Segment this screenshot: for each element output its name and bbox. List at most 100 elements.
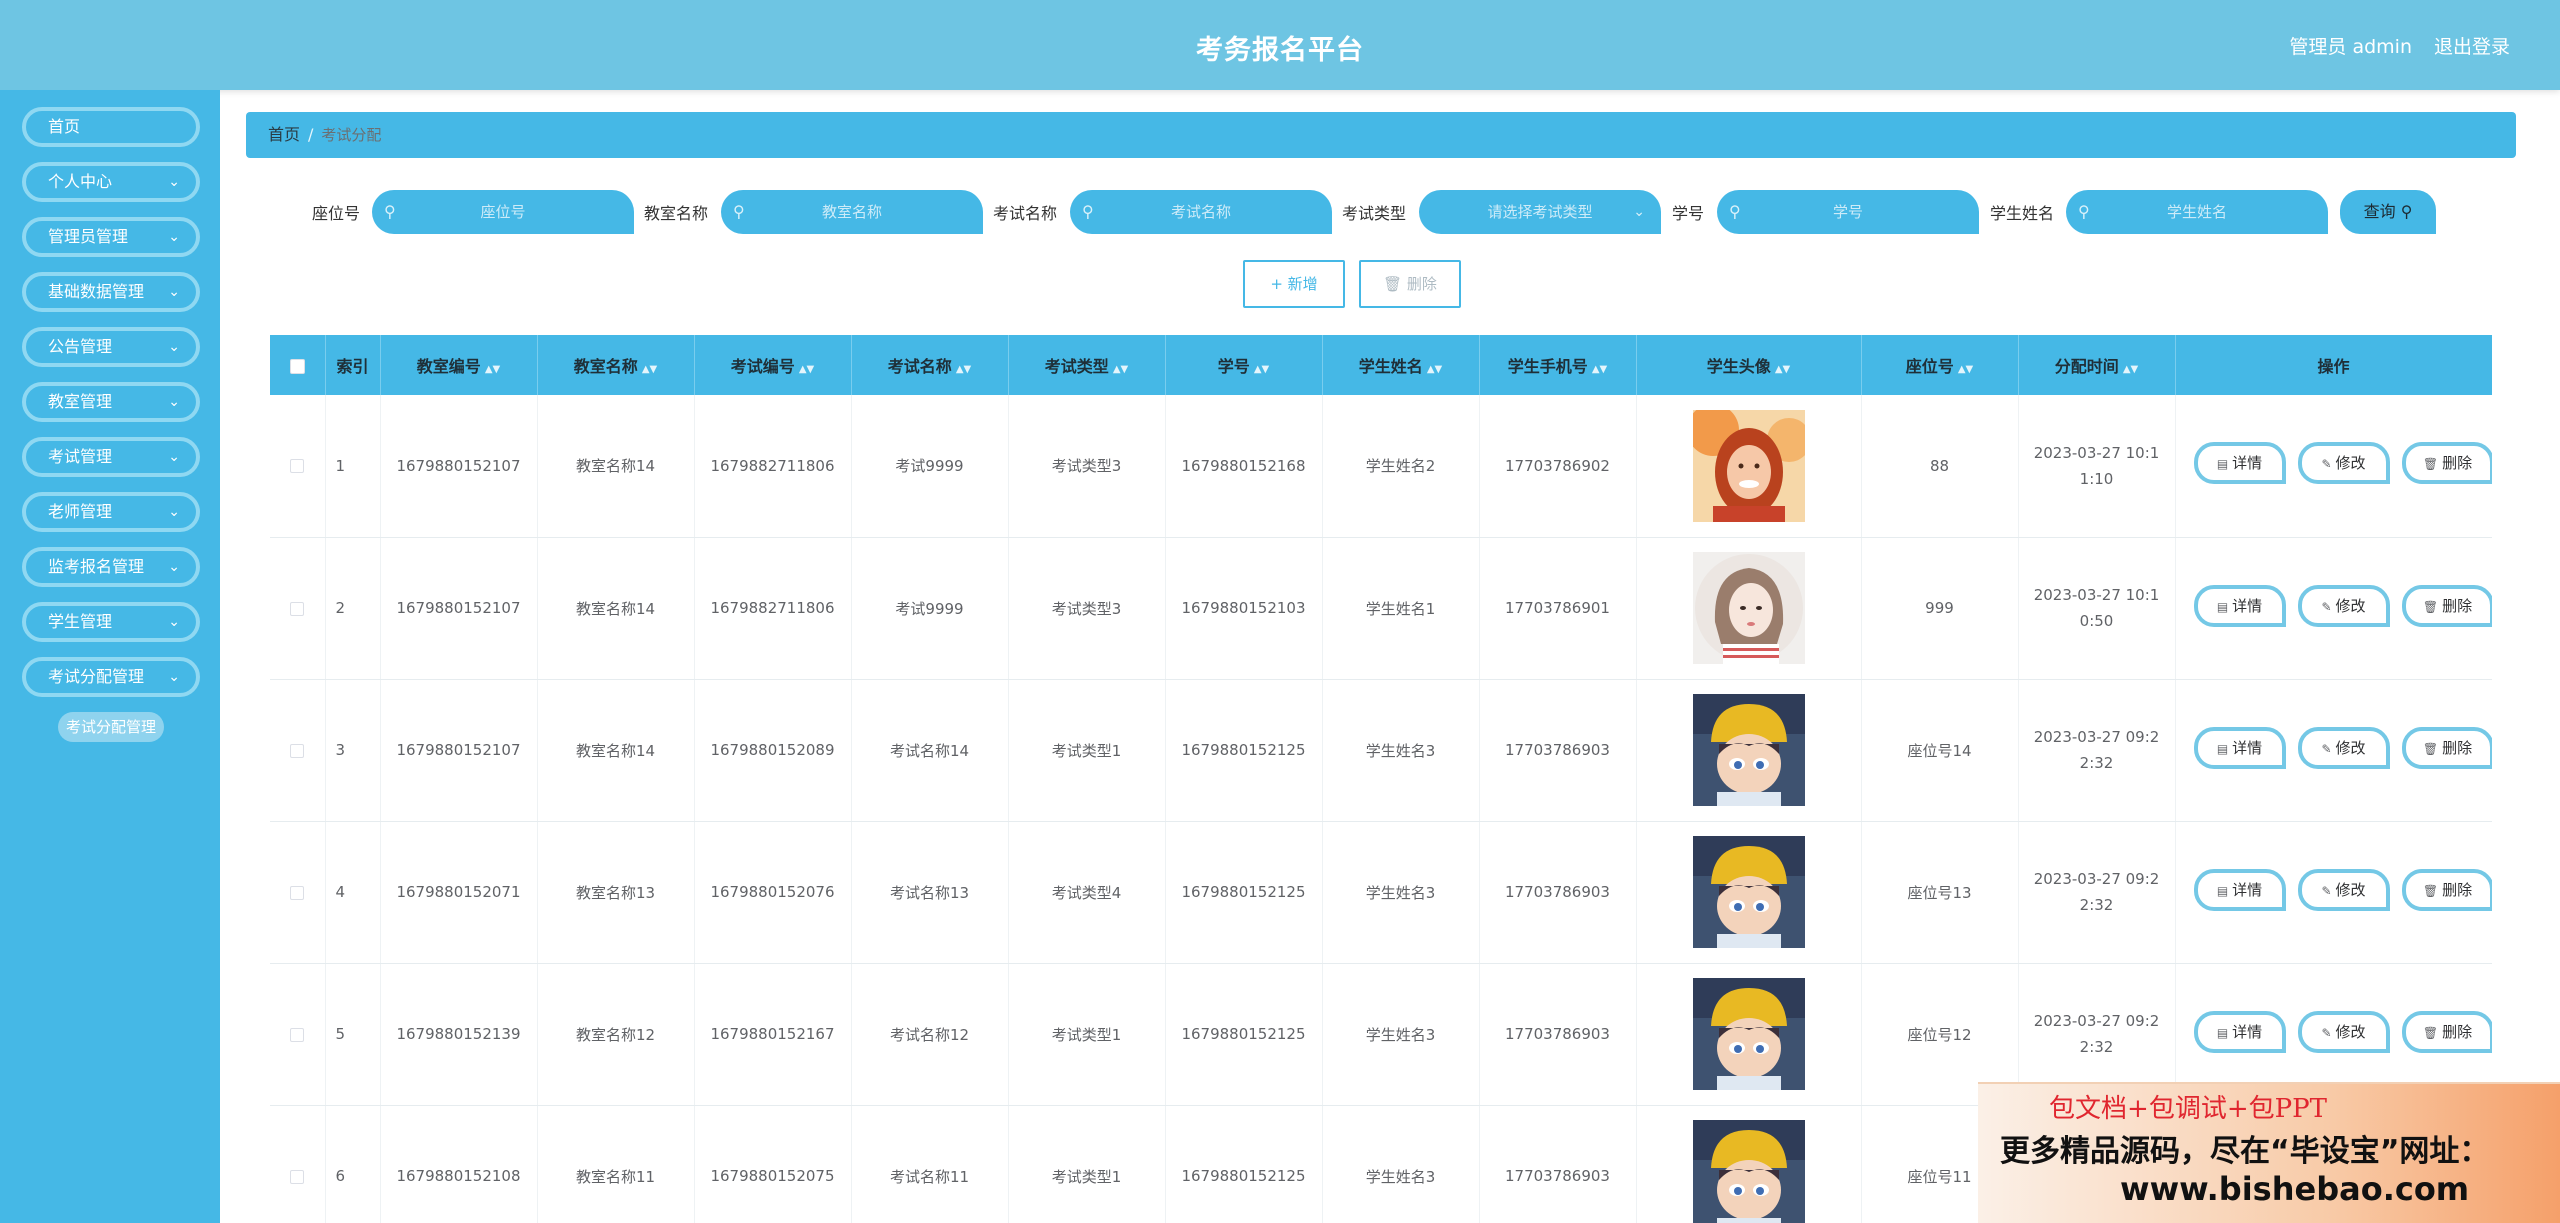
col-header-student-name[interactable]: 学生姓名 ▲▼: [1322, 335, 1480, 395]
pencil-icon: ✎: [2321, 1025, 2332, 1040]
delete-button[interactable]: 🗑 删除: [2401, 584, 2492, 627]
detail-button[interactable]: ▤ 详情: [2193, 1010, 2286, 1053]
cell-exam-no: 1679880152076: [694, 821, 852, 964]
sort-icon[interactable]: ▲▼: [956, 364, 971, 375]
trash-icon: 🗑: [2422, 457, 2439, 471]
row-checkbox-cell[interactable]: [270, 679, 326, 822]
delete-button[interactable]: 🗑 删除: [2401, 868, 2492, 911]
sidebar-item-teacher-management[interactable]: 老师管理 ⌄: [22, 492, 200, 532]
detail-button[interactable]: ▤ 详情: [2193, 868, 2286, 911]
col-header-label: 分配时间: [2054, 357, 2119, 376]
sidebar-item-personal-center[interactable]: 个人中心 ⌄: [22, 162, 200, 202]
sidebar-item-label: 考试分配管理: [48, 667, 145, 686]
row-checkbox-cell[interactable]: [270, 395, 326, 538]
row-checkbox[interactable]: [290, 1169, 305, 1184]
add-button[interactable]: + 新增: [1243, 260, 1345, 308]
sort-icon[interactable]: ▲▼: [2123, 364, 2138, 375]
col-header-room-no[interactable]: 教室编号 ▲▼: [380, 335, 538, 395]
avatar-boy-yellow-hat-image: [1692, 978, 1805, 1090]
logout-link[interactable]: 退出登录: [2434, 32, 2510, 59]
sort-icon[interactable]: ▲▼: [485, 364, 500, 375]
sort-icon[interactable]: ▲▼: [1427, 364, 1442, 375]
row-checkbox-cell[interactable]: [270, 1105, 326, 1223]
col-header-exam-name[interactable]: 考试名称 ▲▼: [851, 335, 1009, 395]
seat-placeholder: 座位号: [480, 203, 526, 221]
cell-student-name: 学生姓名1: [1322, 537, 1480, 680]
col-header-seat[interactable]: 座位号 ▲▼: [1861, 335, 2019, 395]
col-header-phone[interactable]: 学生手机号 ▲▼: [1479, 335, 1637, 395]
sort-icon[interactable]: ▲▼: [799, 364, 814, 375]
row-checkbox-cell[interactable]: [270, 963, 326, 1106]
delete-button[interactable]: 🗑 删除: [2401, 1010, 2492, 1053]
sidebar-item-admin-management[interactable]: 管理员管理 ⌄: [22, 217, 200, 257]
col-header-exam-no[interactable]: 考试编号 ▲▼: [694, 335, 852, 395]
col-header-exam-type[interactable]: 考试类型 ▲▼: [1008, 335, 1166, 395]
detail-button[interactable]: ▤ 详情: [2193, 584, 2286, 627]
sidebar-item-exam-allocation[interactable]: 考试分配管理 ⌄: [22, 657, 200, 697]
seat-input[interactable]: ⚲ 座位号: [372, 190, 634, 234]
cell-room-name: 教室名称14: [537, 679, 695, 822]
sort-icon[interactable]: ▲▼: [1775, 364, 1790, 375]
cell-seat: 座位号14: [1861, 679, 2019, 822]
query-button[interactable]: 查询 ⚲: [2340, 190, 2436, 234]
row-checkbox[interactable]: [290, 601, 305, 616]
breadcrumb-home[interactable]: 首页: [268, 125, 300, 144]
sidebar-item-student-management[interactable]: 学生管理 ⌄: [22, 602, 200, 642]
exam-type-placeholder: 请选择考试类型: [1487, 203, 1593, 221]
add-label: 新增: [1287, 275, 1318, 293]
col-header-avatar[interactable]: 学生头像 ▲▼: [1636, 335, 1862, 395]
row-checkbox[interactable]: [290, 1027, 305, 1042]
room-input[interactable]: ⚲ 教室名称: [721, 190, 983, 234]
promo-line-3: www.bishebao.com: [2120, 1170, 2470, 1208]
row-checkbox[interactable]: [290, 459, 305, 474]
col-header-time[interactable]: 分配时间 ▲▼: [2018, 335, 2176, 395]
sort-icon[interactable]: ▲▼: [1592, 364, 1607, 375]
assign-time: 2023-03-27 10:10:50: [2033, 586, 2160, 630]
sort-icon[interactable]: ▲▼: [1958, 364, 1973, 375]
sidebar-item-exam-management[interactable]: 考试管理 ⌄: [22, 437, 200, 477]
detail-button[interactable]: ▤ 详情: [2193, 442, 2286, 484]
col-header-student-no[interactable]: 学号 ▲▼: [1165, 335, 1323, 395]
sort-icon[interactable]: ▲▼: [642, 364, 657, 375]
sidebar-item-notice-management[interactable]: 公告管理 ⌄: [22, 327, 200, 367]
col-header-label: 座位号: [1905, 357, 1954, 376]
cell-actions: ▤ 详情 ✎ 修改 🗑 删除: [2175, 537, 2492, 680]
delete-button[interactable]: 🗑 删除: [2401, 442, 2492, 484]
select-all-checkbox[interactable]: [270, 335, 326, 395]
edit-label: 修改: [2335, 738, 2366, 757]
exam-type-select[interactable]: 请选择考试类型 ⌄: [1419, 190, 1661, 234]
sidebar-item-home[interactable]: 首页: [22, 107, 200, 147]
detail-button[interactable]: ▤ 详情: [2193, 726, 2286, 769]
exam-name-input[interactable]: ⚲ 考试名称: [1070, 190, 1332, 234]
promo-banner: 包文档+包调试+包PPT 更多精品源码，尽在“毕设宝”网址： www.bishe…: [1978, 1082, 2560, 1223]
checkbox-icon[interactable]: [289, 358, 305, 374]
sort-icon[interactable]: ▲▼: [1113, 364, 1128, 375]
sidebar-subitem-exam-allocation[interactable]: 考试分配管理: [58, 712, 164, 742]
row-checkbox-cell[interactable]: [270, 821, 326, 964]
edit-button[interactable]: ✎ 修改: [2297, 442, 2390, 484]
sidebar-item-classroom-management[interactable]: 教室管理 ⌄: [22, 382, 200, 422]
row-checkbox[interactable]: [290, 743, 305, 758]
edit-button[interactable]: ✎ 修改: [2297, 868, 2390, 911]
col-header-label: 教室编号: [416, 357, 481, 376]
cell-index: 1: [325, 395, 381, 538]
avatar: [1692, 1120, 1805, 1223]
sort-icon[interactable]: ▲▼: [1254, 364, 1269, 375]
student-name-input[interactable]: ⚲ 学生姓名: [2066, 190, 2328, 234]
delete-button[interactable]: 🗑 删除: [2401, 726, 2492, 769]
student-no-input[interactable]: ⚲ 学号: [1717, 190, 1979, 234]
sidebar-item-label: 个人中心: [48, 172, 113, 191]
edit-button[interactable]: ✎ 修改: [2297, 726, 2390, 769]
cell-phone: 17703786903: [1479, 821, 1637, 964]
row-checkbox[interactable]: [290, 885, 305, 900]
chevron-down-icon: ⌄: [168, 339, 180, 355]
batch-delete-button[interactable]: 🗑 删除: [1359, 260, 1461, 308]
sidebar-item-invigilation-signup[interactable]: 监考报名管理 ⌄: [22, 547, 200, 587]
edit-button[interactable]: ✎ 修改: [2297, 1010, 2390, 1053]
col-header-label: 学号: [1217, 357, 1250, 376]
sidebar-item-basic-data[interactable]: 基础数据管理 ⌄: [22, 272, 200, 312]
cell-avatar: [1636, 679, 1862, 822]
col-header-room-name[interactable]: 教室名称 ▲▼: [537, 335, 695, 395]
row-checkbox-cell[interactable]: [270, 537, 326, 680]
edit-button[interactable]: ✎ 修改: [2297, 584, 2390, 627]
